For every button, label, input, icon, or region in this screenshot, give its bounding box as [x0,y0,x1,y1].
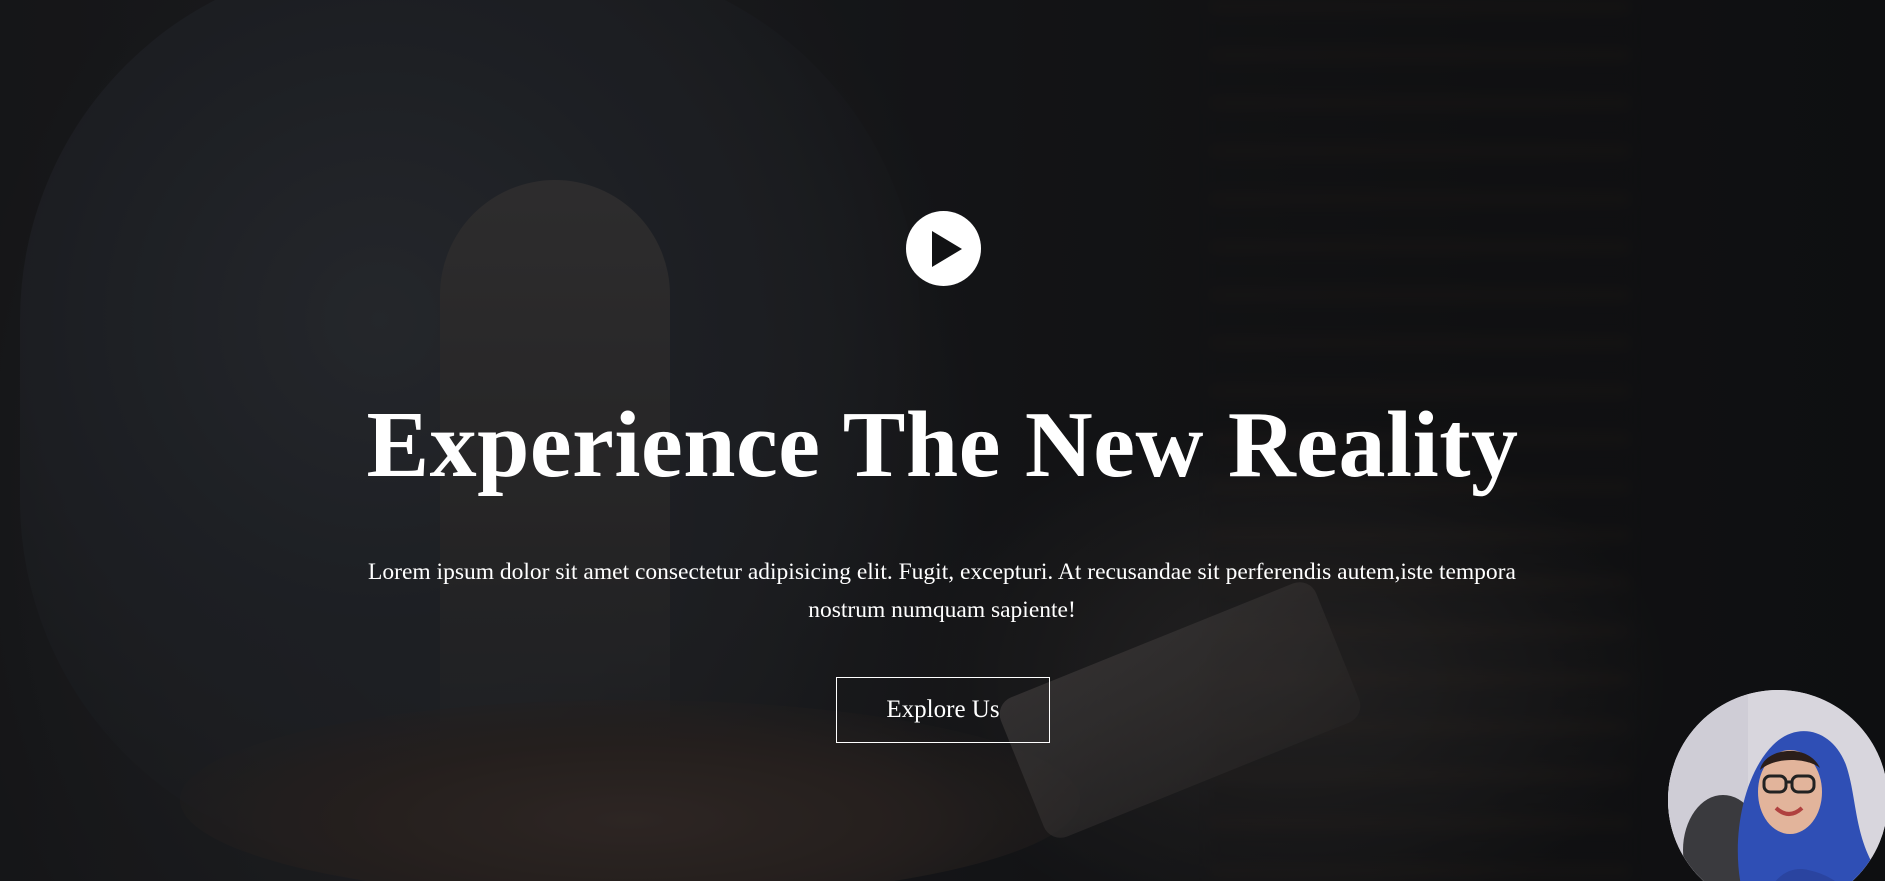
explore-us-button[interactable]: Explore Us [836,677,1050,743]
hero-content: Experience The New Reality Lorem ipsum d… [0,0,1885,881]
play-video-button[interactable] [906,211,981,286]
hero-description: Lorem ipsum dolor sit amet consectetur a… [368,559,1516,623]
hero-section: Experience The New Reality Lorem ipsum d… [0,0,1885,881]
hero-title: Experience The New Reality [366,393,1519,497]
play-icon [931,230,962,267]
